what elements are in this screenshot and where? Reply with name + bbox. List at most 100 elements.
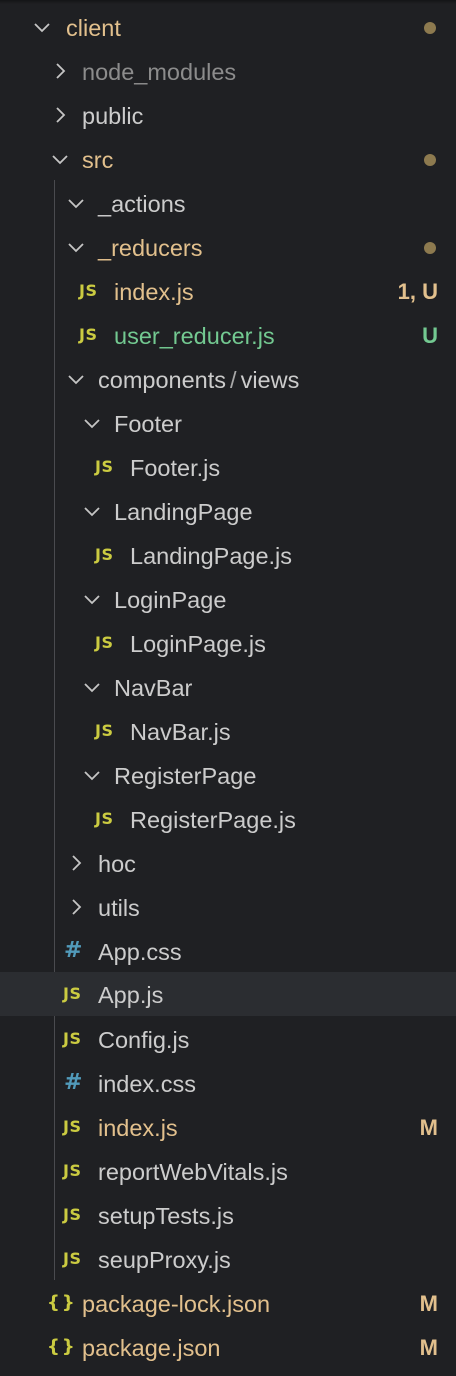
chevron-right-icon — [50, 61, 70, 81]
js-file-icon: JS — [63, 1029, 82, 1048]
chevron-down-icon — [32, 17, 52, 37]
tree-item-label: public — [82, 103, 144, 129]
tree-item-label: package.json — [82, 1335, 221, 1361]
tree-item-label: App.js — [98, 982, 164, 1008]
tree-item-label: LandingPage.js — [130, 543, 293, 569]
git-status-badge: M — [419, 1115, 438, 1140]
chevron-down-icon — [82, 589, 102, 609]
tree-item-reportwebvitals-js[interactable]: JS reportWebVitals.js — [0, 1149, 456, 1193]
chevron-down-icon — [82, 501, 102, 521]
tree-item-label: LandingPage — [114, 499, 253, 525]
tree-item-label: _reducers — [98, 235, 203, 261]
tree-item-label: hoc — [98, 851, 136, 877]
chevron-right-icon — [66, 853, 86, 873]
chevron-down-icon — [66, 369, 86, 389]
js-file-icon: JS — [95, 633, 114, 652]
tree-item-label: Config.js — [98, 1027, 190, 1053]
git-status-badge: 1, U — [397, 279, 438, 304]
tree-item-reducers-folder[interactable]: _reducers — [0, 225, 456, 269]
js-file-icon: JS — [63, 1249, 82, 1268]
tree-item-node-modules-folder[interactable]: node_modules — [0, 49, 456, 93]
chevron-down-icon — [82, 413, 102, 433]
modified-dot-icon — [424, 22, 436, 34]
tree-item-label: index.js — [114, 279, 194, 305]
tree-item-registerpage-js[interactable]: JS RegisterPage.js — [0, 797, 456, 841]
tree-item-label: LoginPage — [114, 587, 227, 613]
js-file-icon: JS — [95, 721, 114, 740]
chevron-right-icon — [50, 105, 70, 125]
tree-item-components-views-folder[interactable]: components / views — [0, 357, 456, 401]
json-file-icon: {} — [47, 1336, 77, 1357]
chevron-down-icon — [66, 193, 86, 213]
tree-item-reducers-index-js[interactable]: JS index.js 1, U — [0, 269, 456, 313]
tree-item-public-folder[interactable]: public — [0, 93, 456, 137]
compact-folder-part[interactable]: views — [241, 367, 300, 393]
tree-item-seupproxy-js[interactable]: JS seupProxy.js — [0, 1237, 456, 1281]
chevron-right-icon — [66, 897, 86, 917]
chevron-down-icon — [66, 237, 86, 257]
tree-item-registerpage-folder[interactable]: RegisterPage — [0, 753, 456, 797]
tree-item-navbar-folder[interactable]: NavBar — [0, 665, 456, 709]
tree-item-landingpage-folder[interactable]: LandingPage — [0, 489, 456, 533]
tree-item-label: reportWebVitals.js — [98, 1159, 288, 1185]
tree-item-label: RegisterPage — [114, 763, 257, 789]
tree-item-label: src — [82, 147, 114, 173]
tree-item-label: RegisterPage.js — [130, 807, 296, 833]
compact-folder-part[interactable]: components — [98, 367, 226, 393]
chevron-down-icon — [50, 149, 70, 169]
chevron-down-icon — [82, 765, 102, 785]
modified-dot-icon — [424, 242, 436, 254]
tree-item-loginpage-folder[interactable]: LoginPage — [0, 577, 456, 621]
js-file-icon: JS — [63, 1205, 82, 1224]
file-explorer: client node_modules public src _actions … — [0, 0, 456, 1376]
tree-item-src-folder[interactable]: src — [0, 137, 456, 181]
tree-item-label: node_modules — [82, 59, 237, 85]
tree-item-app-js[interactable]: JS App.js — [0, 972, 456, 1016]
tree-item-src-index-js[interactable]: JS index.js M — [0, 1105, 456, 1149]
tree-item-package-lock-json[interactable]: {} package-lock.json M — [0, 1281, 456, 1325]
git-status-badge: M — [419, 1291, 438, 1316]
css-file-icon: # — [64, 938, 83, 963]
tree-item-label: index.css — [98, 1071, 196, 1097]
json-file-icon: {} — [47, 1292, 77, 1313]
tree-item-label: setupTests.js — [98, 1203, 234, 1229]
tree-item-hoc-folder[interactable]: hoc — [0, 841, 456, 885]
tree-item-footer-folder[interactable]: Footer — [0, 401, 456, 445]
tree-item-navbar-js[interactable]: JS NavBar.js — [0, 709, 456, 753]
tree-item-footer-js[interactable]: JS Footer.js — [0, 445, 456, 489]
tree-item-app-css[interactable]: # App.css — [0, 929, 456, 973]
tree-item-loginpage-js[interactable]: JS LoginPage.js — [0, 621, 456, 665]
js-file-icon: JS — [79, 281, 98, 300]
tree-item-setuptests-js[interactable]: JS setupTests.js — [0, 1193, 456, 1237]
tree-item-label: index.js — [98, 1115, 178, 1141]
tree-item-label: package-lock.json — [82, 1291, 271, 1317]
js-file-icon: JS — [95, 457, 114, 476]
tree-item-config-js[interactable]: JS Config.js — [0, 1017, 456, 1061]
tree-item-label: App.css — [98, 939, 182, 965]
js-file-icon: JS — [95, 545, 114, 564]
tree-item-label: utils — [98, 895, 140, 921]
tree-item-label: NavBar — [114, 675, 193, 701]
tree-item-index-css[interactable]: # index.css — [0, 1061, 456, 1105]
path-separator: / — [230, 367, 237, 393]
tree-item-label: Footer.js — [130, 455, 221, 481]
tree-item-package-json[interactable]: {} package.json M — [0, 1325, 456, 1369]
tree-item-actions-folder[interactable]: _actions — [0, 181, 456, 225]
js-file-icon: JS — [79, 325, 98, 344]
chevron-down-icon — [82, 677, 102, 697]
tree-item-label: NavBar.js — [130, 719, 231, 745]
tree-item-label: client — [66, 15, 121, 41]
tree-item-landingpage-js[interactable]: JS LandingPage.js — [0, 533, 456, 577]
css-file-icon: # — [64, 1070, 83, 1095]
tree-item-label: seupProxy.js — [98, 1247, 231, 1273]
js-file-icon: JS — [63, 1117, 82, 1136]
tree-item-user-reducer-js[interactable]: JS user_reducer.js U — [0, 313, 456, 357]
tree-item-client-folder[interactable]: client — [0, 5, 456, 49]
js-file-icon: JS — [63, 1161, 82, 1180]
tree-item-utils-folder[interactable]: utils — [0, 885, 456, 929]
tree-item-label: components / views — [98, 366, 299, 394]
git-status-badge: U — [422, 323, 438, 348]
modified-dot-icon — [424, 154, 436, 166]
tree-item-label: Footer — [114, 411, 182, 437]
js-file-icon: JS — [63, 984, 82, 1003]
